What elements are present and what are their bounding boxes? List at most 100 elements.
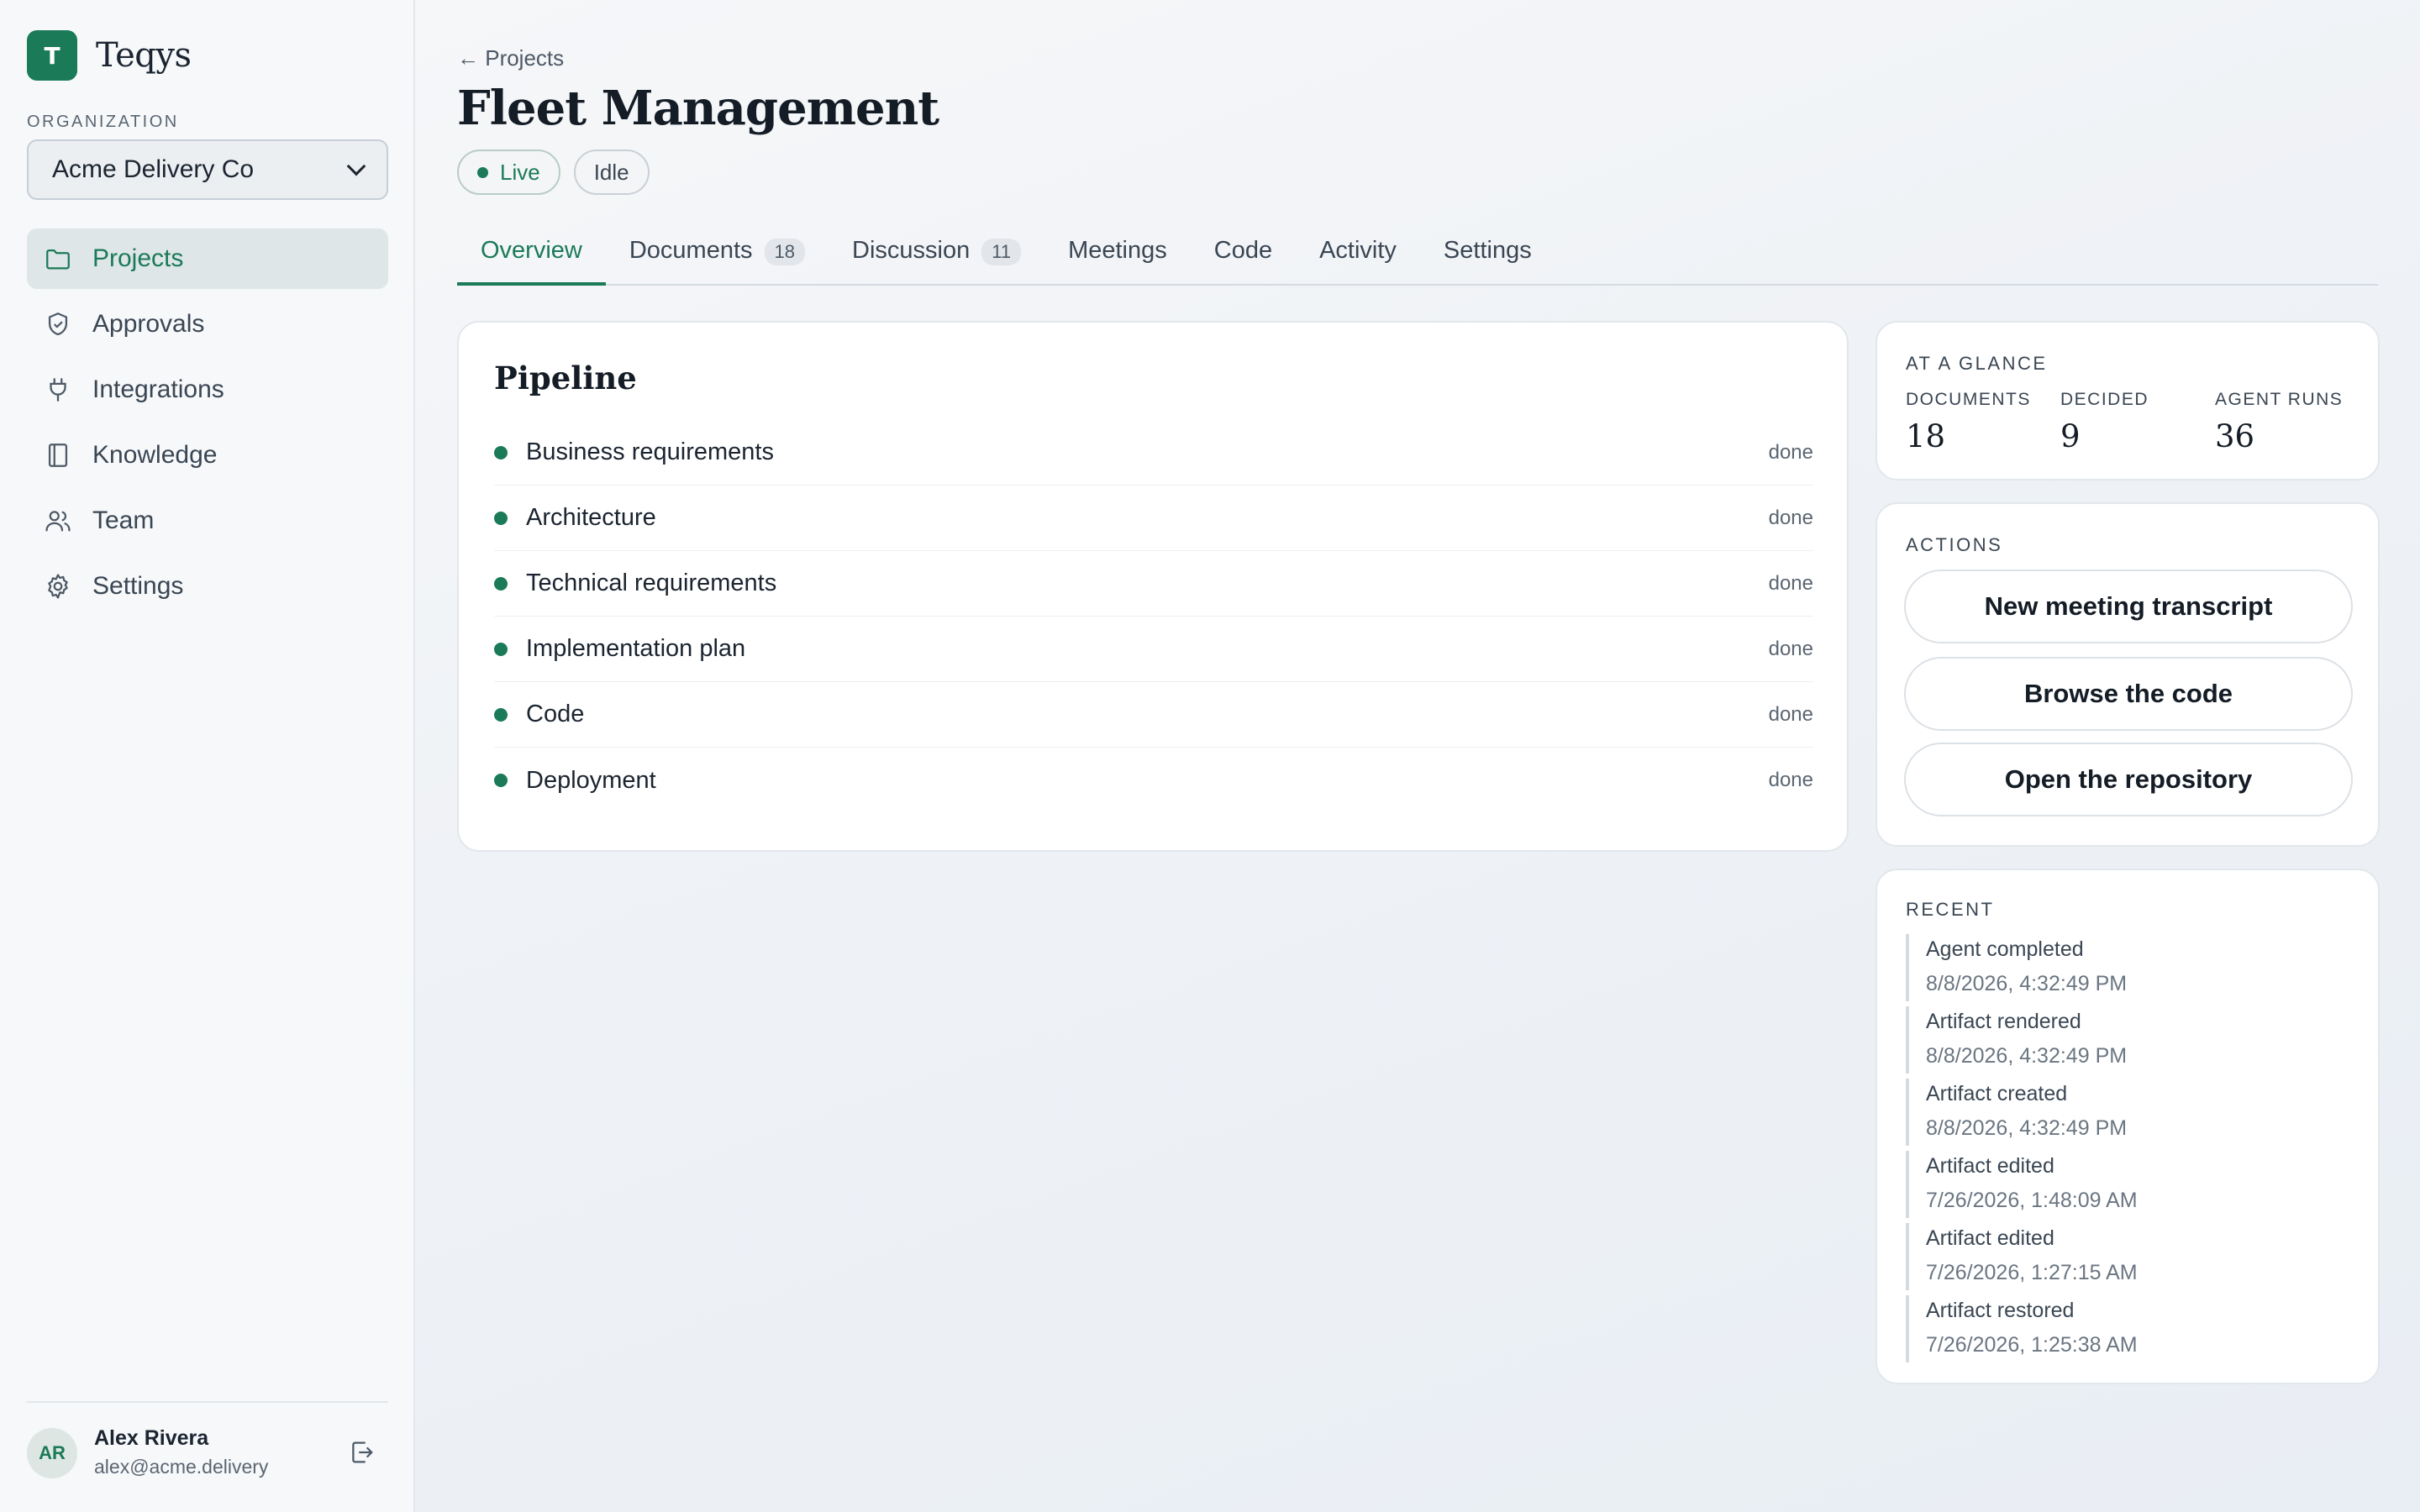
tab-label: Settings xyxy=(1443,237,1532,264)
sidebar-item-label: Settings xyxy=(92,572,184,600)
organization-select[interactable]: Acme Delivery Co xyxy=(27,139,388,200)
at-a-glance-label: AT A GLANCE xyxy=(1906,353,2048,374)
event-time: 7/26/2026, 1:48:09 AM xyxy=(1926,1189,2138,1212)
back-to-projects-link[interactable]: ← Projects xyxy=(457,45,564,71)
stat-value: 9 xyxy=(2060,418,2081,454)
tab-activity[interactable]: Activity xyxy=(1296,225,1420,286)
pipeline-card: Pipeline Business requirements done Archi… xyxy=(457,321,1849,852)
user-name: Alex Rivera xyxy=(94,1426,209,1450)
pipeline-step: Implementation plan done xyxy=(494,617,1813,682)
main-content: ← Projects Fleet Management Live Idle Ov… xyxy=(415,0,2420,1512)
status-dot-icon xyxy=(494,642,508,656)
list-item: Artifact created 8/8/2026, 4:32:49 PM xyxy=(1906,1079,2351,1146)
status-badge-label: Idle xyxy=(593,159,629,185)
tab-label: Code xyxy=(1213,237,1273,264)
step-label: Deployment xyxy=(526,766,656,794)
status-badges: Live Idle xyxy=(457,150,663,195)
pipeline-step: Code done xyxy=(494,682,1813,748)
user-email: alex@acme.delivery xyxy=(94,1456,269,1478)
event-title: Artifact rendered xyxy=(1926,1010,2081,1033)
pipeline-title: Pipeline xyxy=(494,360,637,396)
tab-label: Activity xyxy=(1319,237,1397,264)
status-badge-live: Live xyxy=(457,150,560,195)
sidebar-item-label: Projects xyxy=(92,244,184,272)
organization-label: ORGANIZATION xyxy=(27,113,179,131)
recent-events: Agent completed 8/8/2026, 4:32:49 PM Arti… xyxy=(1906,934,2351,1368)
tab-label: Meetings xyxy=(1068,237,1167,264)
status-badge-idle: Idle xyxy=(573,150,650,195)
organization-select-value: Acme Delivery Co xyxy=(52,155,255,183)
stat-agent-runs: AGENT RUNS 36 xyxy=(2215,390,2370,454)
book-icon xyxy=(48,444,68,467)
step-status: done xyxy=(1768,637,1813,660)
stat-label: DOCUMENTS xyxy=(1906,390,2031,409)
pipeline-step: Technical requirements done xyxy=(494,551,1813,617)
event-time: 8/8/2026, 4:32:49 PM xyxy=(1926,972,2128,995)
sidebar-item-settings[interactable]: Settings xyxy=(27,556,388,617)
step-label: Business requirements xyxy=(526,438,774,465)
at-a-glance-card: AT A GLANCE DOCUMENTS 18 DECIDED 9 AGENT R… xyxy=(1876,321,2380,480)
event-time: 7/26/2026, 1:25:38 AM xyxy=(1926,1333,2138,1357)
actions-label: ACTIONS xyxy=(1906,534,2003,555)
status-dot-icon xyxy=(494,511,508,525)
event-time: 8/8/2026, 4:32:49 PM xyxy=(1926,1044,2128,1068)
step-status: done xyxy=(1768,506,1813,529)
browse-code-button[interactable]: Browse the code xyxy=(1904,657,2353,731)
list-item: Artifact edited 7/26/2026, 1:27:15 AM xyxy=(1906,1223,2351,1290)
logout-icon[interactable] xyxy=(348,1438,376,1467)
sidebar-item-label: Team xyxy=(92,507,155,534)
user-info: Alex Rivera alex@acme.delivery xyxy=(94,1426,268,1478)
status-dot-icon xyxy=(494,774,508,787)
sidebar-nav: Projects Approvals Integrations Knowledg… xyxy=(27,228,388,622)
event-time: 7/26/2026, 1:27:15 AM xyxy=(1926,1261,2138,1284)
sidebar-item-projects[interactable]: Projects xyxy=(27,228,388,289)
event-time: 8/8/2026, 4:32:49 PM xyxy=(1926,1116,2128,1140)
page-title: Fleet Management xyxy=(457,81,939,136)
event-title: Artifact created xyxy=(1926,1082,2068,1105)
sidebar-item-knowledge[interactable]: Knowledge xyxy=(27,425,388,486)
pipeline-step: Architecture done xyxy=(494,486,1813,551)
tab-documents[interactable]: Documents 18 xyxy=(606,225,829,286)
new-meeting-transcript-button[interactable]: New meeting transcript xyxy=(1904,570,2353,643)
sidebar-item-integrations[interactable]: Integrations xyxy=(27,360,388,420)
sidebar-item-approvals[interactable]: Approvals xyxy=(27,294,388,354)
tab-meetings[interactable]: Meetings xyxy=(1044,225,1191,286)
tab-code[interactable]: Code xyxy=(1191,225,1296,286)
tab-settings[interactable]: Settings xyxy=(1420,225,1555,286)
avatar[interactable]: AR xyxy=(27,1428,77,1478)
open-repository-button[interactable]: Open the repository xyxy=(1904,743,2353,816)
brand-logo: T xyxy=(27,30,77,81)
status-dot-icon xyxy=(494,576,508,591)
status-dot-icon xyxy=(494,707,508,722)
step-status: done xyxy=(1768,769,1813,791)
project-tabs: Overview Documents 18 Discussion 11 Meetin… xyxy=(457,225,2378,286)
stat-documents: DOCUMENTS 18 xyxy=(1906,390,2060,454)
chevron-down-icon xyxy=(346,156,366,176)
step-label: Technical requirements xyxy=(526,570,777,596)
tab-discussion[interactable]: Discussion 11 xyxy=(829,225,1044,286)
brand[interactable]: T Teqys xyxy=(27,30,192,81)
pipeline-step: Deployment done xyxy=(494,748,1813,813)
pipeline-steps: Business requirements done Architecture do… xyxy=(494,420,1813,813)
status-badge-label: Live xyxy=(500,159,540,185)
status-dot-icon xyxy=(494,445,508,459)
recent-activity-card: RECENT Agent completed 8/8/2026, 4:32:49 … xyxy=(1876,869,2380,1384)
tab-overview[interactable]: Overview xyxy=(457,225,606,286)
tab-label: Documents xyxy=(629,237,753,264)
stat-decided: DECIDED 9 xyxy=(2060,390,2215,454)
pipeline-step: Business requirements done xyxy=(494,420,1813,486)
step-label: Code xyxy=(526,701,585,727)
step-status: done xyxy=(1768,702,1813,726)
sidebar: T Teqys ORGANIZATION Acme Delivery Co Pr… xyxy=(0,0,415,1512)
folder-icon xyxy=(46,249,70,270)
tab-count-badge: 18 xyxy=(764,239,806,265)
gear-icon xyxy=(48,574,68,599)
stat-value: 36 xyxy=(2215,418,2255,454)
users-icon xyxy=(45,511,71,532)
list-item: Artifact rendered 8/8/2026, 4:32:49 PM xyxy=(1906,1006,2351,1074)
recent-label: RECENT xyxy=(1906,899,1995,920)
step-status: done xyxy=(1768,571,1813,595)
sidebar-item-team[interactable]: Team xyxy=(27,491,388,551)
sidebar-item-label: Approvals xyxy=(92,310,205,338)
list-item: Artifact edited 7/26/2026, 1:48:09 AM xyxy=(1906,1151,2351,1218)
